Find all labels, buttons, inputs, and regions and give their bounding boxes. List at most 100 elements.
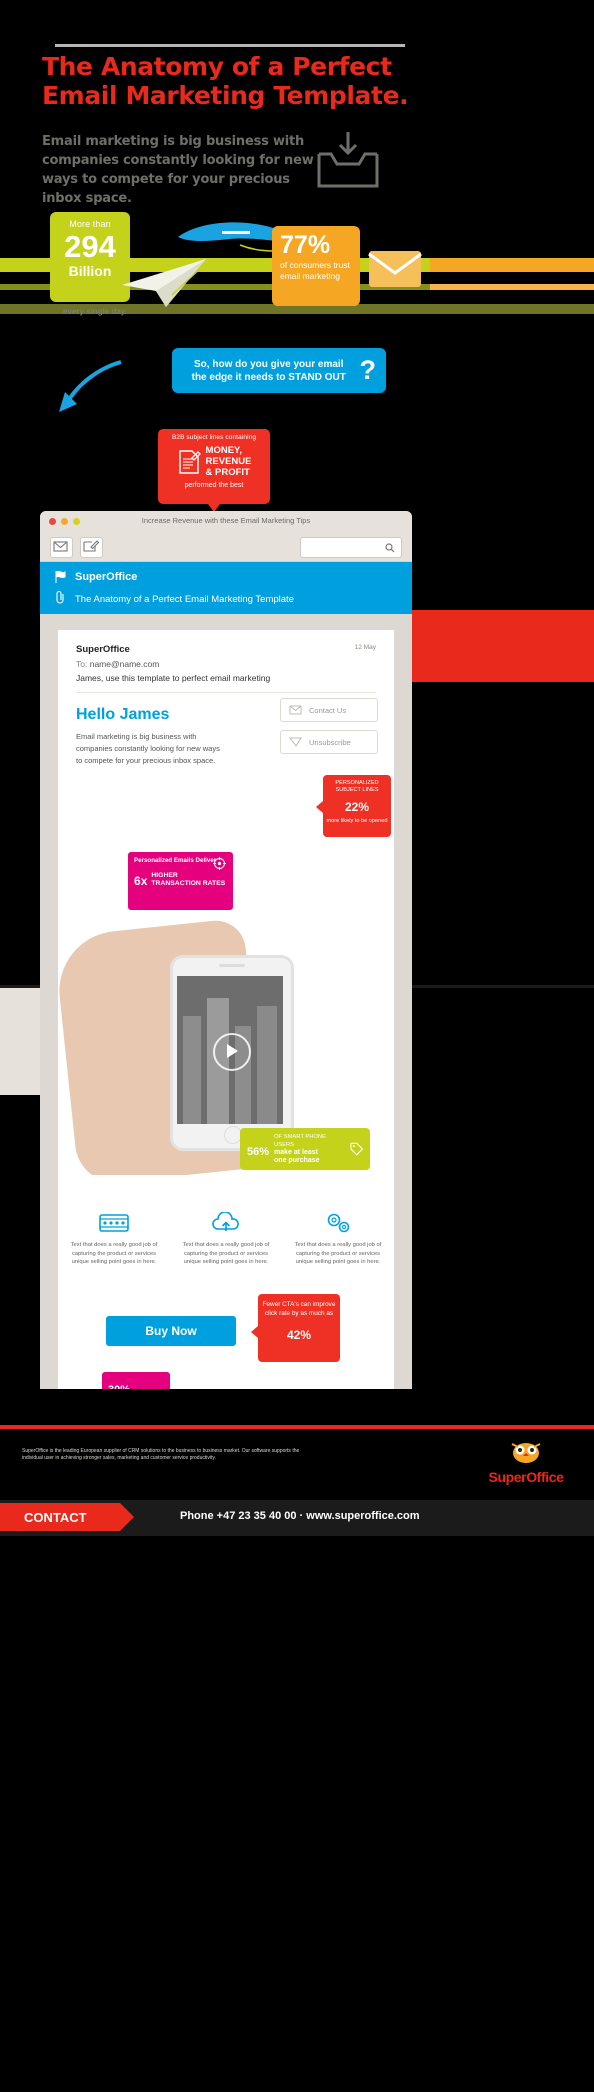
smartphone-graphic xyxy=(170,955,294,1151)
feature-text: Text that does a really good job of capt… xyxy=(182,1242,270,1265)
callout-56-top: OF SMART PHONE USERS xyxy=(274,1134,326,1148)
callout-6x-number: 6x xyxy=(134,874,148,888)
stat-77-number: 77% xyxy=(280,231,331,259)
band-stripe-orange-2 xyxy=(430,284,594,290)
stat-294-footnote: every single day xyxy=(63,307,126,316)
target-icon xyxy=(213,857,226,870)
footer-logo: SuperOffice xyxy=(478,1438,574,1485)
question-bubble: So, how do you give your email the edge … xyxy=(172,348,386,393)
callout-6x-words: HIGHER TRANSACTION RATES xyxy=(151,871,226,887)
feature-item: Text that does a really good job of capt… xyxy=(170,1205,282,1267)
inbox-download-icon xyxy=(317,132,379,188)
mail-subject-line: James, use this template to perfect emai… xyxy=(76,673,271,683)
mail-body: SuperOffice 12 May To: name@name.com Jam… xyxy=(58,630,394,1389)
mail-divider xyxy=(76,692,376,693)
footer-divider xyxy=(0,1425,594,1429)
callout-personalized-6x: Personalized Emails Deliver 6x HIGHER TR… xyxy=(128,852,233,910)
stat-card-294: More than 294 Billion xyxy=(50,212,130,302)
tag-icon xyxy=(350,1142,363,1156)
paper-plane-icon xyxy=(122,259,207,307)
feature-item: Text that does a really good job of capt… xyxy=(282,1205,394,1267)
owl-icon xyxy=(511,1443,541,1463)
callout-30-number: 30% xyxy=(108,1377,164,1389)
paperclip-icon xyxy=(56,590,64,604)
mail-to-row: To: name@name.com xyxy=(76,659,376,669)
callout-cta-42: Fewer CTA's can improve click rate by as… xyxy=(251,1294,340,1362)
mail-from: SuperOffice xyxy=(76,644,130,655)
callout-smartphone-56: 56% OF SMART PHONE USERS make at least o… xyxy=(240,1128,370,1170)
search-input[interactable] xyxy=(300,537,402,558)
mail-branding-header: SuperOffice The Anatomy of a Perfect Ema… xyxy=(40,562,412,614)
infographic-root: The Anatomy of a Perfect Email Marketing… xyxy=(0,0,594,2092)
envelope-icon xyxy=(53,541,68,552)
bubble-line-1: So, how do you give your email xyxy=(194,358,344,370)
envelope-icon xyxy=(289,705,302,715)
search-icon xyxy=(385,543,395,553)
top-divider xyxy=(55,44,405,47)
contact-label: CONTACT xyxy=(0,1503,134,1531)
flag-icon xyxy=(55,570,66,583)
money-card-bottom-label: performed the best xyxy=(184,482,244,489)
money-word-3: & PROFIT xyxy=(205,467,250,478)
footer-about-text: SuperOffice is the leading European supp… xyxy=(22,1448,300,1461)
stat-294-unit: Billion xyxy=(68,263,112,279)
bubble-line-2: the edge it needs to STAND OUT xyxy=(191,371,346,383)
play-icon[interactable] xyxy=(213,1033,251,1071)
money-card-top-label: B2B subject lines containing xyxy=(171,434,257,441)
band-stripe-orange xyxy=(430,258,594,272)
callout-42-number: 42% xyxy=(286,1328,312,1342)
stat-more-than-label: More than xyxy=(69,219,111,229)
decorative-red-block xyxy=(412,610,594,682)
buy-now-button[interactable]: Buy Now xyxy=(106,1316,236,1346)
callout-42-top: Fewer CTA's can improve click rate by as… xyxy=(262,1301,336,1317)
callout-22-bottom: more likely to be opened xyxy=(326,818,388,824)
window-toolbar xyxy=(40,533,412,562)
stat-card-77: 77% of consumers trust email marketing xyxy=(272,226,360,306)
callout-42-pointer xyxy=(251,1326,258,1338)
stat-294-number: 294 xyxy=(64,229,116,264)
mail-to-label: To: xyxy=(76,659,88,669)
unsubscribe-icon xyxy=(289,737,302,747)
film-icon xyxy=(58,1205,170,1241)
money-card-words: MONEY, REVENUE & PROFIT xyxy=(206,445,252,478)
callout-22-number: 22% xyxy=(344,800,370,814)
gears-icon xyxy=(282,1205,394,1241)
callout-22-pointer xyxy=(316,801,323,813)
contact-us-label: Contact Us xyxy=(309,705,347,715)
money-word-2: REVENUE xyxy=(205,456,252,467)
mail-date: 12 May xyxy=(354,644,376,651)
page-subtitle: Email marketing is big business with com… xyxy=(42,134,314,206)
window-title: Increase Revenue with these Email Market… xyxy=(141,516,311,525)
callout-56-bottom: one purchase xyxy=(274,1157,320,1164)
document-pen-icon xyxy=(178,449,201,474)
title-line-2: Email Marketing Template. xyxy=(42,81,409,110)
callout-social-30: 30% HIGHER CLICK RATE WITH A SOCIAL shar… xyxy=(102,1372,170,1389)
unsubscribe-label: Unsubscribe xyxy=(309,737,351,747)
unsubscribe-button[interactable]: Unsubscribe xyxy=(280,730,378,754)
toolbar-envelope-button[interactable] xyxy=(50,537,73,558)
money-subject-line-card: B2B subject lines containing MONEY, REVE… xyxy=(158,429,270,512)
page-title: The Anatomy of a Perfect Email Marketing… xyxy=(42,52,562,110)
decorative-grey-block xyxy=(0,985,40,1095)
callout-subject-lines-22: PERSONALIZED SUBJECT LINES 22% more like… xyxy=(316,775,391,837)
stat-77-caption: of consumers trust email marketing xyxy=(280,260,350,281)
footer-logo-name: SuperOffice xyxy=(488,1469,564,1485)
mail-side-buttons: Contact Us Unsubscribe xyxy=(280,698,378,762)
phone-screen xyxy=(177,976,283,1124)
toolbar-compose-button[interactable] xyxy=(80,537,103,558)
curved-arrow-icon xyxy=(59,360,122,412)
envelope-icon xyxy=(368,251,422,287)
mail-sender-block: SuperOffice 12 May To: name@name.com Jam… xyxy=(58,630,394,683)
money-word-1: MONEY, xyxy=(205,445,242,456)
mail-brand-name: SuperOffice xyxy=(75,571,138,583)
contact-us-button[interactable]: Contact Us xyxy=(280,698,378,722)
phone-speaker xyxy=(219,964,245,967)
question-bubble-text: So, how do you give your email the edge … xyxy=(182,358,356,384)
cloud-upload-icon xyxy=(170,1205,282,1241)
callout-22-top: PERSONALIZED SUBJECT LINES xyxy=(335,780,379,793)
feature-text: Text that does a really good job of capt… xyxy=(294,1242,382,1265)
feature-item: Text that does a really good job of capt… xyxy=(58,1205,170,1267)
feature-text: Text that does a really good job of capt… xyxy=(70,1242,158,1265)
mail-to-value: name@name.com xyxy=(89,659,160,669)
mail-body-text: Email marketing is big business with com… xyxy=(76,732,220,765)
